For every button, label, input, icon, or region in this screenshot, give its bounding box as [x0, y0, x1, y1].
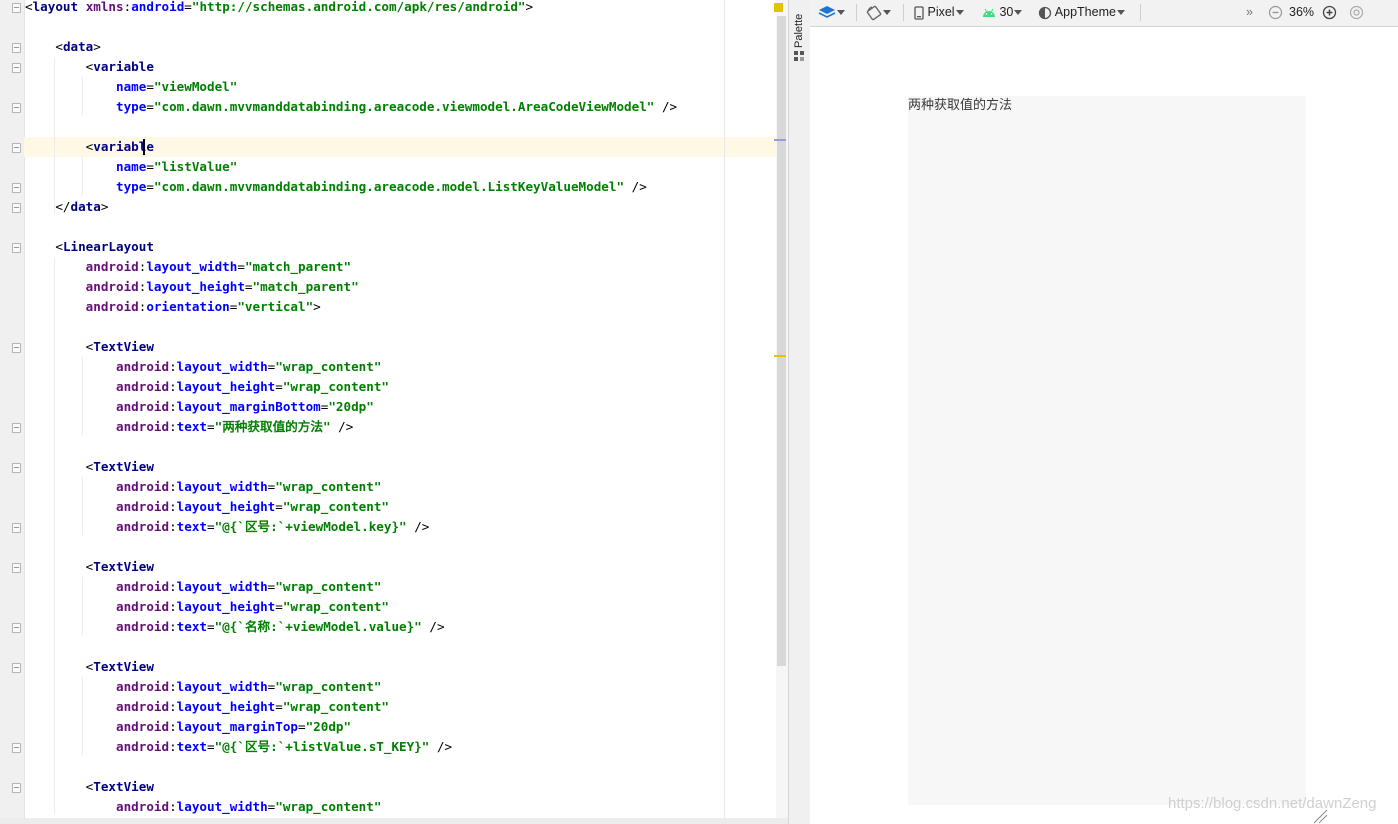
right-margin-guide — [724, 0, 725, 824]
warning-stripe-marker[interactable] — [774, 355, 786, 357]
code-line[interactable]: android:layout_height="wrap_content" — [25, 497, 389, 517]
code-line[interactable]: android:text="@{`区号:`+viewModel.key}" /> — [25, 517, 429, 537]
text-caret — [143, 139, 145, 155]
fold-collapse-icon[interactable] — [12, 523, 21, 533]
theme-selector[interactable]: AppTheme — [1038, 0, 1125, 25]
code-line[interactable]: type="com.dawn.mvvmanddatabinding.areaco… — [25, 97, 677, 117]
code-line[interactable]: android:layout_marginTop="20dp" — [25, 717, 351, 737]
code-line[interactable]: <TextView — [25, 777, 154, 797]
code-line[interactable]: android:orientation="vertical"> — [25, 297, 321, 317]
device-screen-preview[interactable] — [908, 96, 1306, 805]
design-surface-selector[interactable] — [818, 0, 845, 25]
code-line[interactable]: <TextView — [25, 337, 154, 357]
palette-icon — [794, 51, 804, 61]
code-line[interactable]: <TextView — [25, 657, 154, 677]
toolbar-separator — [1140, 4, 1141, 21]
code-line[interactable]: name="viewModel" — [25, 77, 237, 97]
zoom-fit-button[interactable] — [1349, 0, 1364, 25]
fold-expand-icon[interactable] — [12, 343, 21, 353]
chevron-down-icon — [1014, 10, 1023, 16]
fold-expand-icon[interactable] — [12, 63, 21, 73]
code-line[interactable]: <TextView — [25, 557, 154, 577]
code-line[interactable]: <LinearLayout — [25, 237, 154, 257]
editor-horizontal-scrollbar[interactable] — [0, 818, 788, 824]
caret-position-marker[interactable] — [774, 139, 786, 141]
layers-icon — [818, 5, 836, 18]
editor-gutter — [0, 0, 25, 824]
zoom-in-button[interactable] — [1322, 0, 1337, 25]
api-level-selector[interactable]: 30 — [982, 0, 1023, 25]
theme-icon — [1038, 6, 1052, 19]
watermark-text: https://blog.csdn.net/dawnZeng — [1168, 795, 1377, 812]
fold-collapse-icon[interactable] — [12, 203, 21, 213]
code-line[interactable]: <layout xmlns:android="http://schemas.an… — [25, 0, 533, 17]
code-line[interactable]: android:layout_height="wrap_content" — [25, 377, 389, 397]
toolbar-separator — [856, 4, 857, 21]
fold-collapse-icon[interactable] — [12, 423, 21, 433]
code-line[interactable]: <variable — [25, 57, 154, 77]
chevron-down-icon — [1116, 10, 1125, 16]
code-line[interactable]: android:layout_width="match_parent" — [25, 257, 351, 277]
toolbar-overflow-button[interactable]: » — [1246, 0, 1253, 25]
fold-collapse-icon[interactable] — [12, 183, 21, 193]
preview-textview[interactable]: 两种获取值的方法 — [908, 96, 1012, 116]
code-line[interactable]: android:layout_width="wrap_content" — [25, 357, 381, 377]
code-line[interactable]: android:text="两种获取值的方法" /> — [25, 417, 353, 437]
zoom-level: 36% — [1289, 5, 1315, 19]
fold-expand-icon[interactable] — [12, 563, 21, 573]
code-line[interactable]: <TextView — [25, 457, 154, 477]
code-line[interactable]: <variable — [25, 137, 154, 157]
code-line[interactable]: android:layout_height="wrap_content" — [25, 697, 389, 717]
code-line[interactable]: <data> — [25, 37, 101, 57]
editor-scrollbar-thumb[interactable] — [777, 16, 786, 666]
fold-expand-icon[interactable] — [12, 243, 21, 253]
zoom-out-button[interactable] — [1268, 0, 1283, 25]
resize-handle-icon[interactable] — [1312, 808, 1328, 824]
palette-tab-label: Palette — [793, 13, 805, 48]
code-line[interactable]: android:layout_marginBottom="20dp" — [25, 397, 374, 417]
fold-collapse-icon[interactable] — [12, 623, 21, 633]
code-line[interactable]: android:layout_height="match_parent" — [25, 277, 359, 297]
code-line[interactable]: android:text="@{`名称:`+viewModel.value}" … — [25, 617, 445, 637]
rotate-icon — [866, 5, 882, 20]
code-line[interactable]: android:layout_width="wrap_content" — [25, 577, 381, 597]
toolbar-separator — [903, 4, 904, 21]
fold-expand-icon[interactable] — [12, 3, 21, 13]
phone-icon — [914, 6, 924, 20]
fold-expand-icon[interactable] — [12, 43, 21, 53]
orientation-selector[interactable] — [866, 0, 891, 25]
chevron-down-icon — [955, 10, 964, 16]
design-toolbar: Pixel 30 AppTheme » 36% — [810, 0, 1398, 27]
code-line[interactable]: </data> — [25, 197, 108, 217]
code-editor[interactable]: <layout xmlns:android="http://schemas.an… — [0, 0, 788, 824]
zoom-in-icon — [1322, 6, 1337, 20]
chevron-down-icon — [883, 10, 891, 16]
zoom-fit-icon — [1349, 6, 1364, 20]
zoom-out-icon — [1268, 6, 1283, 20]
theme-label: AppTheme — [1054, 5, 1116, 19]
fold-expand-icon[interactable] — [12, 783, 21, 793]
device-label: Pixel — [927, 5, 955, 19]
code-line[interactable]: android:layout_height="wrap_content" — [25, 597, 389, 617]
chevron-down-icon — [837, 10, 845, 16]
palette-tab[interactable]: Palette — [789, 6, 809, 64]
android-icon — [983, 8, 995, 17]
fold-collapse-icon[interactable] — [12, 743, 21, 753]
code-line[interactable]: android:layout_width="wrap_content" — [25, 797, 381, 817]
code-line[interactable]: android:text="@{`区号:`+listValue.sT_KEY}"… — [25, 737, 452, 757]
fold-expand-icon[interactable] — [12, 663, 21, 673]
fold-expand-icon[interactable] — [12, 143, 21, 153]
code-line[interactable]: type="com.dawn.mvvmanddatabinding.areaco… — [25, 177, 647, 197]
fold-collapse-icon[interactable] — [12, 103, 21, 113]
code-line[interactable]: android:layout_width="wrap_content" — [25, 677, 381, 697]
fold-expand-icon[interactable] — [12, 463, 21, 473]
code-line[interactable]: android:layout_width="wrap_content" — [25, 477, 381, 497]
code-line[interactable]: name="listValue" — [25, 157, 237, 177]
analysis-warning-icon[interactable] — [774, 3, 783, 12]
device-selector[interactable]: Pixel — [914, 0, 964, 25]
palette-side-strip — [788, 0, 811, 824]
api-level-label: 30 — [999, 5, 1014, 19]
